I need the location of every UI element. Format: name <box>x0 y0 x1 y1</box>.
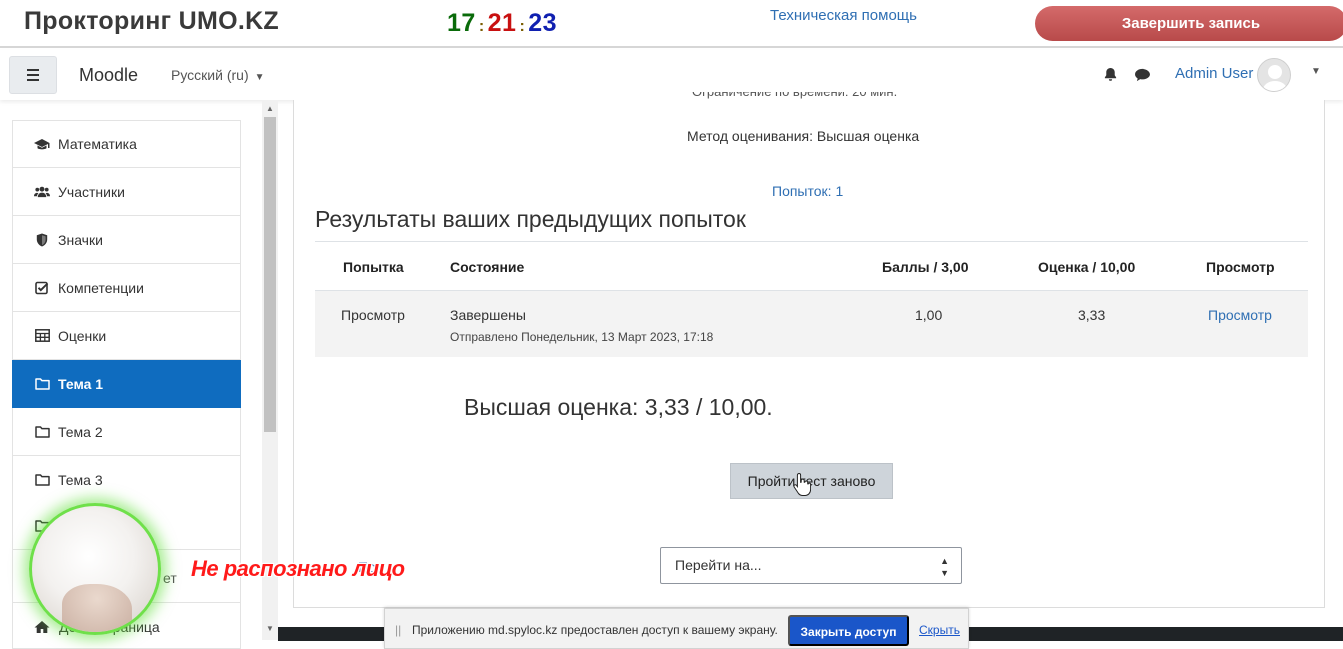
sidebar-item-course[interactable]: Математика <box>12 120 241 168</box>
timer-seconds: 23 <box>528 9 558 37</box>
proctor-title: Прокторинг UMO.KZ <box>24 7 280 35</box>
shield-icon <box>34 233 50 247</box>
user-name[interactable]: Admin User <box>1175 65 1253 82</box>
sidebar-item-label: Тема 1 <box>58 375 104 392</box>
folder-icon <box>34 473 50 487</box>
table-row <box>315 290 1308 357</box>
table-icon <box>34 329 50 343</box>
timer-hours: 17 <box>447 9 476 37</box>
avatar-icon[interactable] <box>1257 58 1291 92</box>
sidebar-item-topic-2[interactable]: Тема 2 <box>12 408 241 456</box>
menu-icon[interactable] <box>9 56 57 94</box>
sidebar-item-participants[interactable]: Участники <box>12 168 241 216</box>
chat-icon[interactable] <box>1134 68 1151 82</box>
language-selector[interactable]: Русский (ru) ▼ <box>171 67 265 83</box>
cell-state: Завершены <box>450 307 526 323</box>
mouse-pointer-icon <box>793 472 811 496</box>
table-header-points: Баллы / 3,00 <box>882 259 969 275</box>
sidebar-item-label: Значки <box>58 231 103 248</box>
table-divider <box>315 241 1308 242</box>
cell-points: 1,00 <box>915 307 943 323</box>
review-link[interactable]: Просмотр <box>1208 307 1272 323</box>
scroll-down-icon[interactable]: ▼ <box>266 624 274 633</box>
course-navigation: Математика Участники Значки Компетенции … <box>12 120 241 504</box>
users-icon <box>34 185 50 199</box>
sidebar-item-label: Тема 3 <box>58 471 103 488</box>
time-limit-text: Ограничение по времени: 20 мин. <box>692 92 897 104</box>
best-grade-text: Высшая оценка: 3,33 / 10,00. <box>464 394 773 420</box>
cell-attempt: Просмотр <box>341 307 405 323</box>
tech-support-link[interactable]: Техническая помощь <box>770 7 917 24</box>
retry-quiz-button[interactable]: Пройти тест заново <box>730 463 893 499</box>
folder-icon <box>34 425 50 439</box>
results-heading: Результаты ваших предыдущих попыток <box>315 206 746 232</box>
timer-separator: : <box>519 18 526 35</box>
scroll-up-icon[interactable]: ▲ <box>266 104 274 113</box>
table-header-review: Просмотр <box>1206 259 1275 275</box>
chevron-down-icon[interactable]: ▼ <box>1311 66 1321 77</box>
attempts-link[interactable]: Попыток: 1 <box>772 183 843 199</box>
table-header-grade: Оценка / 10,00 <box>1038 259 1136 275</box>
graduation-cap-icon <box>34 137 50 151</box>
home-icon <box>34 621 50 633</box>
finish-recording-button[interactable]: Завершить запись <box>1035 6 1343 41</box>
webcam-image <box>62 584 132 632</box>
jump-to-select[interactable]: Перейти на... ▲ ▼ <box>660 547 962 584</box>
webcam-preview <box>29 503 161 635</box>
table-header-state: Состояние <box>450 259 525 275</box>
hide-link[interactable]: Скрыть <box>919 623 960 637</box>
grading-method-text: Метод оценивания: Высшая оценка <box>687 128 920 144</box>
share-message: Приложению md.spyloc.kz предоставлен дос… <box>412 623 778 637</box>
sidebar-item-label: Участники <box>58 183 125 200</box>
sidebar-item-badges[interactable]: Значки <box>12 216 241 264</box>
timer-minutes: 21 <box>487 9 517 37</box>
sidebar-item-label: Математика <box>58 136 137 152</box>
jump-to-value: Перейти на... <box>675 557 762 573</box>
site-brand[interactable]: Moodle <box>79 65 138 86</box>
stop-sharing-button[interactable]: Закрыть доступ <box>788 615 909 646</box>
cell-submitted: Отправлено Понедельник, 13 Март 2023, 17… <box>450 330 714 344</box>
timer-separator: : <box>478 18 485 35</box>
sidebar-item-label: ет <box>163 570 177 586</box>
bell-icon[interactable] <box>1103 67 1118 82</box>
moodle-navbar: Moodle Русский (ru) ▼ Admin User ▼ <box>0 50 1343 100</box>
sidebar-item-grades[interactable]: Оценки <box>12 312 241 360</box>
checkbox-icon <box>34 281 50 295</box>
sidebar-item-competencies[interactable]: Компетенции <box>12 264 241 312</box>
sidebar-item-label: Тема 2 <box>58 423 103 440</box>
folder-icon <box>34 377 50 391</box>
chevron-down-icon: ▼ <box>254 72 265 83</box>
language-label: Русский (ru) <box>171 67 249 83</box>
scrollbar-thumb[interactable] <box>264 117 276 432</box>
select-arrows-icon: ▲ ▼ <box>940 556 949 578</box>
proctor-bar: Прокторинг UMO.KZ 17:21:23 Техническая п… <box>0 0 1343 48</box>
sidebar-item-topic-3[interactable]: Тема 3 <box>12 456 241 504</box>
screen-share-bar: || Приложению md.spyloc.kz предоставлен … <box>384 608 969 649</box>
sidebar-item-label: Компетенции <box>58 279 144 296</box>
drag-handle-icon[interactable]: || <box>395 623 401 637</box>
session-timer: 17:21:23 <box>447 9 557 38</box>
sidebar-item-label: Оценки <box>58 327 107 344</box>
sidebar-item-topic-1[interactable]: Тема 1 <box>12 360 241 408</box>
cell-grade: 3,33 <box>1078 307 1106 323</box>
table-header-attempt: Попытка <box>343 259 404 275</box>
face-not-detected-warning: Не распознано лицо <box>191 556 405 581</box>
